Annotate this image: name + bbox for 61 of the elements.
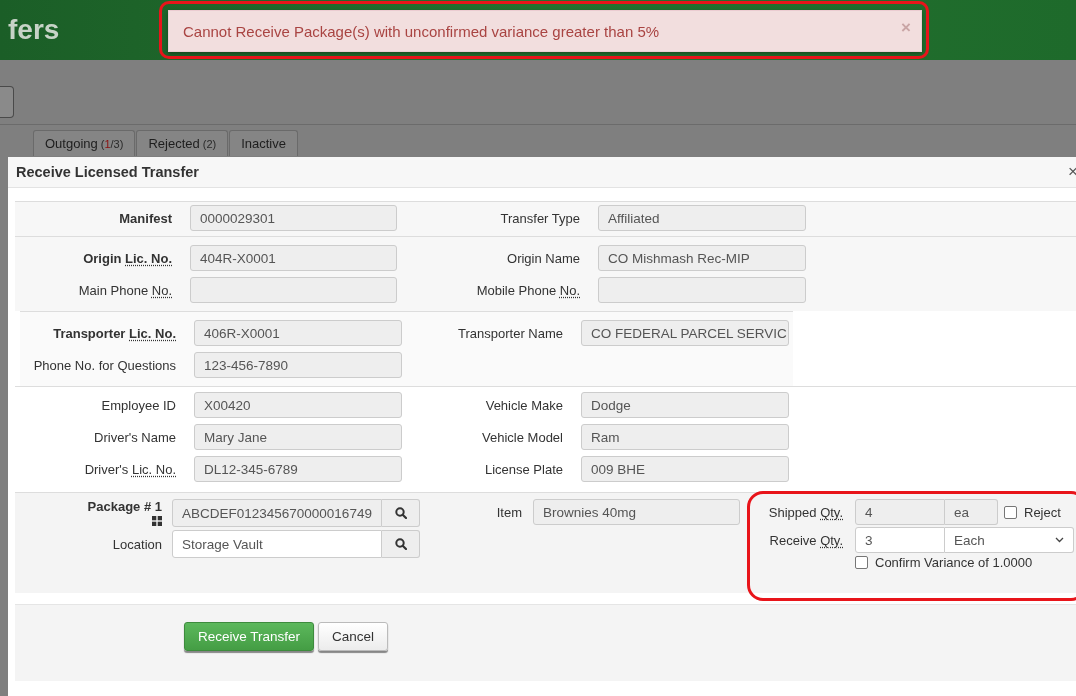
- field-label: Transfer Type: [499, 210, 580, 226]
- checkbox-label: Confirm Variance of 1.0000: [875, 555, 1033, 570]
- alert-message: Cannot Receive Package(s) with unconfirmed variance greater than 5%: [183, 22, 660, 40]
- text-field[interactable]: CO Mishmash Rec-MIP: [598, 245, 806, 271]
- checkbox-label: Reject: [1024, 504, 1061, 520]
- field-label: Receive Qty.: [768, 532, 843, 548]
- text-field[interactable]: Mary Jane: [194, 424, 402, 450]
- tab[interactable]: Inactive: [229, 130, 298, 156]
- checkbox[interactable]: [855, 556, 868, 569]
- text-field[interactable]: 406R-X0001: [194, 320, 402, 346]
- search-button[interactable]: [382, 499, 420, 527]
- field-label: Location: [111, 536, 162, 552]
- field-label: Transporter Lic. No.: [52, 325, 176, 341]
- text-field[interactable]: X00420: [194, 392, 402, 418]
- text-field[interactable]: Ram: [581, 424, 789, 450]
- unit-select[interactable]: Each: [945, 527, 1074, 553]
- unit-field[interactable]: ea: [945, 499, 998, 525]
- item-field[interactable]: Brownies 40mg: [533, 499, 740, 525]
- text-field[interactable]: 123-456-7890: [194, 352, 402, 378]
- text-field[interactable]: Affiliated: [598, 205, 806, 231]
- field-label: Driver's Lic. No.: [83, 461, 176, 477]
- field-label: Vehicle Model: [481, 429, 563, 445]
- text-field[interactable]: Dodge: [581, 392, 789, 418]
- text-field[interactable]: 404R-X0001: [190, 245, 397, 271]
- grid-icon: [152, 516, 162, 526]
- field-label: Item: [495, 504, 522, 520]
- close-button[interactable]: ×: [1068, 162, 1076, 182]
- text-field[interactable]: 0000029301: [190, 205, 397, 231]
- text-field[interactable]: CO FEDERAL PARCEL SERVICI: [581, 320, 789, 346]
- button[interactable]: [0, 86, 14, 118]
- tab[interactable]: Rejected (2): [136, 130, 229, 156]
- search-button[interactable]: [382, 530, 420, 558]
- field-label: Origin Name: [506, 250, 580, 266]
- text-field[interactable]: [598, 277, 806, 303]
- field-label: Package # 1: [87, 499, 162, 514]
- search-icon: [394, 538, 407, 550]
- field-label: Vehicle Make: [484, 397, 563, 413]
- text-field[interactable]: 009 BHE: [581, 456, 789, 482]
- field-label: Driver's Name: [93, 429, 176, 445]
- cancel-button[interactable]: Cancel: [318, 622, 389, 651]
- field-label: Employee ID: [100, 397, 176, 413]
- text-field[interactable]: [190, 277, 397, 303]
- search-icon: [394, 507, 407, 519]
- page-title: fers: [8, 14, 60, 46]
- location-field[interactable]: Storage Vault: [172, 530, 382, 558]
- chevron-down-icon: [1055, 537, 1064, 543]
- field-label: Main Phone No.: [77, 282, 172, 298]
- dialog-title: Receive Licensed Transfer: [16, 164, 199, 180]
- tab[interactable]: Outgoing (1/3): [33, 130, 136, 156]
- field-label: Mobile Phone No.: [475, 282, 580, 298]
- quantity-field[interactable]: 3: [855, 527, 945, 553]
- field-label: License Plate: [483, 461, 563, 477]
- quantity-field[interactable]: 4: [855, 499, 945, 525]
- checkbox[interactable]: [1004, 505, 1017, 519]
- text-field[interactable]: DL12-345-6789: [194, 456, 402, 482]
- field-label: Manifest: [118, 210, 172, 226]
- field-label: Phone No. for Questions: [32, 357, 176, 373]
- package-field[interactable]: ABCDEF012345670000016749: [172, 499, 382, 527]
- field-label: Transporter Name: [457, 325, 563, 341]
- field-label: Origin Lic. No.: [82, 250, 172, 266]
- field-label: Shipped Qty.: [767, 504, 843, 520]
